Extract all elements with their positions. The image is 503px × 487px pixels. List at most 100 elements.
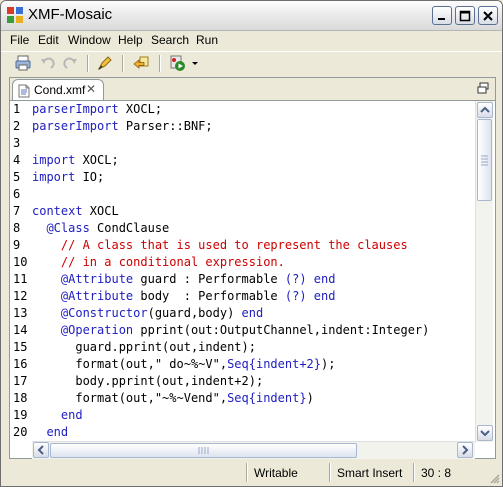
status-cursor-position: 30 : 8 bbox=[421, 466, 452, 480]
chevron-up-icon bbox=[480, 106, 490, 113]
code-token: format(out," do~%~V", bbox=[32, 357, 228, 371]
close-button[interactable] bbox=[478, 6, 498, 25]
toolbar-separator bbox=[159, 55, 161, 72]
code-token: IO; bbox=[75, 170, 105, 184]
line-number: 16 bbox=[13, 357, 28, 371]
code-keyword: end bbox=[313, 272, 336, 286]
close-icon bbox=[483, 11, 493, 21]
pen-icon[interactable] bbox=[96, 54, 114, 72]
scroll-left-button[interactable] bbox=[33, 442, 49, 458]
code-token: body.pprint(out,indent+2); bbox=[32, 374, 264, 388]
chevron-right-icon bbox=[462, 445, 469, 455]
line-number: 1 bbox=[13, 102, 21, 116]
print-icon[interactable] bbox=[14, 54, 32, 72]
dropdown-arrow-icon[interactable] bbox=[190, 54, 200, 72]
line-number: 2 bbox=[13, 119, 21, 133]
status-divider bbox=[246, 463, 248, 482]
code-text: @Attribute body : Performable (?) end bbox=[32, 288, 336, 305]
line-number: 7 bbox=[13, 204, 21, 218]
vertical-scroll-thumb[interactable] bbox=[477, 119, 492, 201]
status-writable: Writable bbox=[254, 466, 298, 480]
line-number: 12 bbox=[13, 289, 28, 303]
code-text: context XOCL bbox=[32, 203, 119, 220]
code-text: import XOCL; bbox=[32, 152, 119, 169]
tab-cond-xmf[interactable]: Cond.xmf ✕ bbox=[12, 79, 104, 100]
resize-grip-icon[interactable] bbox=[488, 472, 500, 484]
horizontal-scroll-thumb[interactable] bbox=[50, 443, 357, 458]
line-number: 11 bbox=[13, 272, 28, 286]
title-bar[interactable]: XMF-Mosaic bbox=[1, 1, 502, 31]
status-insert-mode: Smart Insert bbox=[337, 466, 403, 480]
code-token: ) bbox=[306, 391, 314, 405]
code-token: guard : Performable bbox=[133, 272, 285, 286]
maximize-view-icon[interactable] bbox=[477, 82, 489, 94]
line-number: 17 bbox=[13, 374, 28, 388]
tab-close-icon[interactable]: ✕ bbox=[86, 82, 96, 96]
app-logo-icon bbox=[7, 7, 23, 23]
horizontal-scrollbar[interactable] bbox=[32, 441, 475, 459]
menu-edit[interactable]: Edit bbox=[38, 33, 59, 47]
menu-window[interactable]: Window bbox=[68, 33, 111, 47]
code-keyword: end bbox=[241, 306, 264, 320]
code-keyword: end bbox=[313, 289, 336, 303]
code-text: @Class CondClause bbox=[32, 220, 169, 237]
code-keyword: parserImport bbox=[32, 119, 119, 133]
minimize-icon bbox=[438, 18, 445, 20]
code-keyword: (?) bbox=[284, 272, 307, 286]
undo-icon[interactable] bbox=[39, 54, 57, 72]
toolbar-separator bbox=[87, 55, 89, 72]
status-divider bbox=[329, 463, 331, 482]
code-token: XOCL; bbox=[118, 102, 163, 116]
code-text: guard.pprint(out,indent); bbox=[32, 339, 256, 356]
editor-tab-strip: Cond.xmf ✕ bbox=[10, 78, 495, 101]
minimize-button[interactable] bbox=[432, 6, 452, 25]
line-number: 10 bbox=[13, 255, 28, 269]
line-number: 14 bbox=[13, 323, 28, 337]
status-divider bbox=[413, 463, 415, 482]
menu-file[interactable]: File bbox=[10, 33, 29, 47]
scroll-down-button[interactable] bbox=[477, 425, 493, 441]
code-text: parserImport XOCL; bbox=[32, 101, 162, 118]
code-text: body.pprint(out,indent+2); bbox=[32, 373, 263, 390]
code-editor[interactable]: 1 parserImport XOCL; 2 parserImport Parser:… bbox=[10, 101, 475, 442]
vertical-scrollbar[interactable] bbox=[475, 101, 493, 442]
code-keyword: @Attribute bbox=[60, 272, 134, 286]
code-keyword: end bbox=[60, 408, 83, 422]
menu-run[interactable]: Run bbox=[196, 33, 218, 47]
scroll-up-button[interactable] bbox=[477, 102, 493, 118]
line-number: 3 bbox=[13, 136, 21, 150]
chevron-left-icon bbox=[37, 445, 44, 455]
code-text: import IO; bbox=[32, 169, 104, 186]
redo-icon[interactable] bbox=[61, 54, 79, 72]
code-text: format(out,"~%~Vend",Seq{indent}) bbox=[32, 390, 314, 407]
code-text: parserImport Parser::BNF; bbox=[32, 118, 213, 135]
code-keyword: parserImport bbox=[32, 102, 119, 116]
back-arrow-icon[interactable] bbox=[132, 54, 150, 72]
code-keyword: @Operation bbox=[60, 323, 134, 337]
line-number: 6 bbox=[13, 187, 21, 201]
run-icon[interactable] bbox=[169, 54, 187, 72]
code-comment: // A class that is used to represent the… bbox=[32, 238, 408, 252]
code-text: // A class that is used to represent the… bbox=[32, 237, 408, 254]
code-token: pprint(out:OutputChannel,indent:Integer) bbox=[133, 323, 430, 337]
grip-icon bbox=[198, 447, 209, 454]
code-token: XOCL; bbox=[75, 153, 119, 167]
code-text: @Attribute guard : Performable (?) end bbox=[32, 271, 336, 288]
scroll-right-button[interactable] bbox=[457, 442, 473, 458]
menu-search[interactable]: Search bbox=[151, 33, 189, 47]
line-number: 5 bbox=[13, 170, 21, 184]
menu-help[interactable]: Help bbox=[118, 33, 143, 47]
code-token: guard.pprint(out,indent); bbox=[32, 340, 256, 354]
maximize-button[interactable] bbox=[455, 6, 475, 25]
code-text: format(out," do~%~V",Seq{indent+2}); bbox=[32, 356, 335, 373]
file-icon bbox=[18, 84, 30, 98]
line-number: 4 bbox=[13, 153, 21, 167]
code-keyword: Seq{indent} bbox=[227, 391, 307, 405]
code-keyword: @Constructor bbox=[60, 306, 148, 320]
